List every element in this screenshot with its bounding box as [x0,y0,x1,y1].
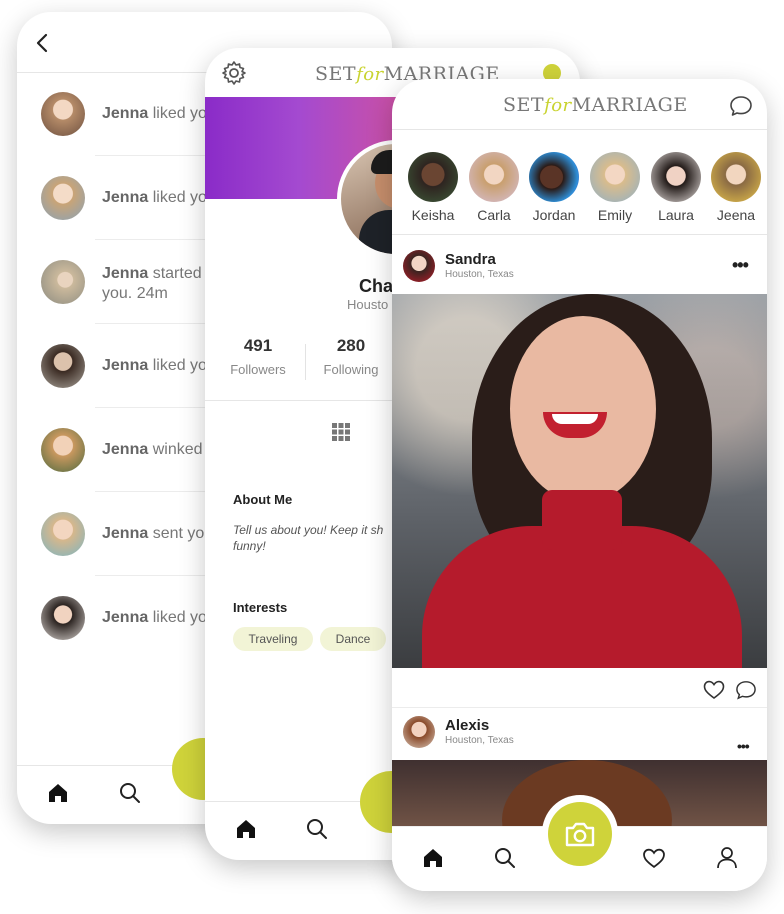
notification-name: Jenna [102,357,149,374]
story-avatar [469,152,519,202]
back-icon[interactable] [35,32,49,54]
search-icon[interactable] [119,782,141,804]
home-icon[interactable] [422,847,444,869]
avatar [41,344,85,388]
camera-button[interactable] [548,802,612,866]
story-avatar [711,152,761,202]
avatar [41,596,85,640]
brand-for: for [356,64,384,85]
heart-icon[interactable] [642,848,666,869]
post-author[interactable]: Sandra [445,251,496,268]
story-item[interactable]: Carla [466,152,522,223]
story-name: Jordan [532,207,576,223]
followers-label: Followers [230,362,286,377]
user-icon[interactable] [716,846,738,870]
avatar [41,92,85,136]
about-text-line: funny! [233,539,266,553]
avatar[interactable] [403,250,435,282]
following-label: Following [323,362,379,377]
chat-icon[interactable] [729,95,753,117]
search-icon[interactable] [306,818,328,840]
home-icon[interactable] [47,782,69,804]
camera-icon [565,822,595,847]
following-stat[interactable]: 280 Following [306,336,396,377]
following-count: 280 [336,336,366,355]
story-item[interactable]: Jordan [526,152,582,223]
profile-location: Housto [347,297,389,312]
post-image[interactable] [392,294,767,668]
followers-count: 491 [243,336,273,355]
interest-pill[interactable]: Traveling [233,627,313,651]
notification-name: Jenna [102,265,149,282]
brand-for: for [544,95,572,116]
story-name: Laura [658,207,694,223]
search-icon[interactable] [494,847,516,869]
notification-name: Jenna [102,189,149,206]
divider [392,707,767,708]
story-item[interactable]: Keisha [405,152,461,223]
feed-screen: SETforMARRIAGE Keisha Carla Jordan Emily… [392,79,767,891]
story-avatar [408,152,458,202]
story-name: Carla [477,207,511,223]
about-text-line: Tell us about you! Keep it sh [233,523,384,537]
notification-time: 24m [136,285,168,302]
divider [392,234,767,235]
avatar [41,176,85,220]
post-author[interactable]: Alexis [445,717,489,734]
story-item[interactable]: Jeena [708,152,764,223]
story-name: Emily [597,207,633,223]
avatar [41,260,85,304]
post-location: Houston, Texas [445,735,514,746]
home-icon[interactable] [235,818,257,840]
story-avatar [529,152,579,202]
interests-title: Interests [233,600,288,615]
gear-icon[interactable] [221,60,247,86]
about-title: About Me [233,492,293,507]
grid-icon[interactable] [332,423,350,441]
notification-name: Jenna [102,609,149,626]
post-location: Houston, Texas [445,269,514,280]
story-name: Keisha [411,207,455,223]
notification-action-cont: you. [102,285,133,302]
feed-header: SETforMARRIAGE [392,79,767,130]
notification-name: Jenna [102,441,149,458]
story-item[interactable]: Emily [587,152,643,223]
more-icon[interactable]: ••• [732,255,749,276]
brand-set: SET [315,63,357,85]
avatar [41,512,85,556]
heart-icon[interactable] [703,680,725,700]
comment-icon[interactable] [735,680,757,700]
avatar[interactable] [403,716,435,748]
notification-name: Jenna [102,525,149,542]
about-text: Tell us about you! Keep it sh funny! [233,522,383,554]
story-name: Jeena [716,207,756,223]
brand-marriage: MARRIAGE [571,94,688,116]
brand-set: SET [503,94,545,116]
interest-pill[interactable]: Dance [320,627,386,651]
followers-stat[interactable]: 491 Followers [213,336,303,377]
more-icon[interactable]: ••• [737,738,750,754]
notification-name: Jenna [102,105,149,122]
story-avatar [590,152,640,202]
story-avatar [651,152,701,202]
avatar [41,428,85,472]
notification-action: started f [152,265,211,282]
story-item[interactable]: Laura [648,152,704,223]
brand-logo: SETforMARRIAGE [503,94,688,116]
